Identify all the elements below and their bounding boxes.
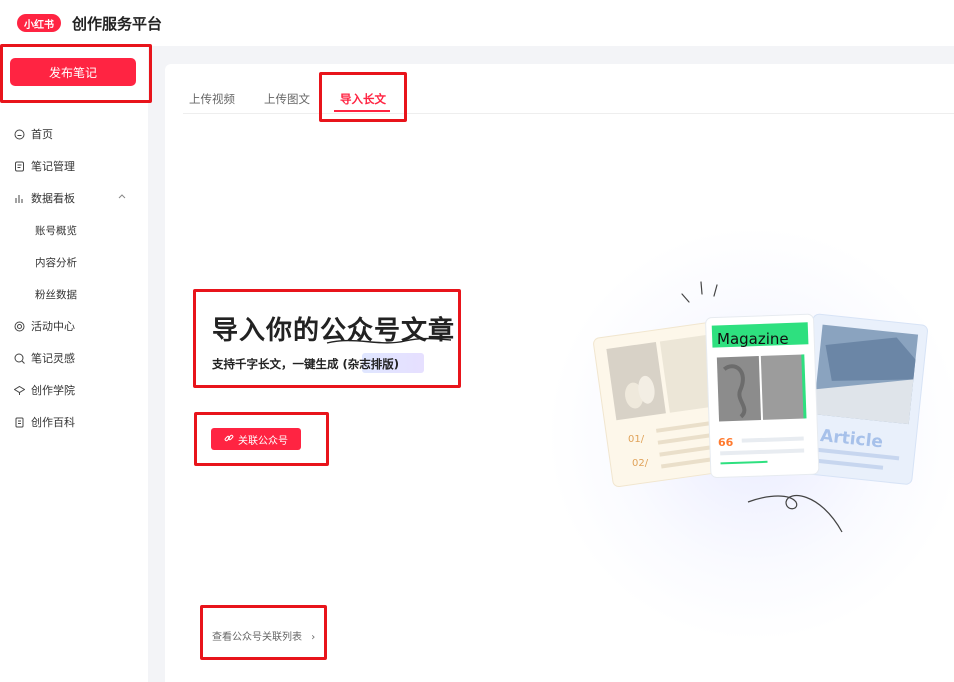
tab-upload-video[interactable]: 上传视频 bbox=[189, 91, 235, 107]
view-linked-list-link[interactable]: 查看公众号关联列表 › bbox=[212, 628, 315, 643]
upload-tabs: 上传视频 上传图文 导入长文 bbox=[183, 64, 954, 114]
card-number-2: 02/ bbox=[632, 458, 649, 469]
view-list-label: 查看公众号关联列表 bbox=[212, 632, 302, 643]
sidebar-item-label: 笔记灵感 bbox=[31, 352, 75, 365]
curve-squiggle bbox=[747, 495, 843, 533]
quote-mark: 66 bbox=[718, 436, 734, 449]
sidebar-item-label: 创作学院 bbox=[31, 384, 75, 397]
sidebar-item-label: 账号概览 bbox=[35, 224, 77, 237]
note-icon bbox=[14, 161, 25, 172]
magazine-illustration: 01/ 02/ Article Magazine 66 bbox=[593, 281, 928, 533]
sidebar-item-label: 创作百科 bbox=[31, 416, 75, 429]
sidebar-item-fan-data[interactable]: 粉丝数据 bbox=[0, 278, 148, 310]
chevron-up-icon[interactable] bbox=[118, 192, 126, 200]
chevron-right-icon: › bbox=[311, 632, 316, 643]
publish-note-button[interactable]: 发布笔记 bbox=[10, 58, 136, 86]
sidebar-item-creator-academy[interactable]: 创作学院 bbox=[0, 374, 148, 406]
active-tab-indicator bbox=[334, 110, 390, 112]
target-icon bbox=[14, 321, 25, 332]
card-number-1: 01/ bbox=[628, 434, 645, 445]
page-subtitle: 支持千字长文，一键生成 (杂志排版) bbox=[212, 353, 424, 373]
sidebar-item-note-manage[interactable]: 笔记管理 bbox=[0, 150, 148, 182]
tab-upload-image-text[interactable]: 上传图文 bbox=[264, 91, 310, 107]
sidebar-item-activity-center[interactable]: 活动中心 bbox=[0, 310, 148, 342]
tab-import-long-article[interactable]: 导入长文 bbox=[340, 91, 386, 107]
sidebar-item-creator-wiki[interactable]: 创作百科 bbox=[0, 406, 148, 438]
link-icon bbox=[224, 433, 234, 446]
link-official-account-button[interactable]: 关联公众号 bbox=[211, 428, 301, 450]
logo[interactable]: 小红书 bbox=[17, 14, 61, 32]
magazine-label: Magazine bbox=[717, 330, 789, 348]
bar-chart-icon bbox=[14, 193, 25, 204]
sparkle-lines bbox=[681, 281, 718, 303]
home-icon bbox=[14, 129, 25, 140]
sidebar-item-data-board[interactable]: 数据看板 bbox=[0, 182, 148, 214]
subtitle-text: 支持千字长文，一键生成 bbox=[212, 357, 339, 371]
link-button-label: 关联公众号 bbox=[238, 435, 288, 447]
sidebar-item-label: 首页 bbox=[31, 128, 53, 141]
sidebar-nav: 首页 笔记管理 数据看板 账号概览 内容分析 粉丝数据 活动中心 笔记灵感 创作… bbox=[0, 118, 148, 438]
sidebar-item-label: 数据看板 bbox=[31, 192, 75, 205]
sidebar: 发布笔记 首页 笔记管理 数据看板 账号概览 内容分析 粉丝数据 活动中心 笔记… bbox=[0, 46, 148, 682]
sidebar-item-label: 笔记管理 bbox=[31, 160, 75, 173]
book-icon bbox=[14, 417, 25, 428]
app-title: 创作服务平台 bbox=[72, 14, 163, 33]
sidebar-item-account-overview[interactable]: 账号概览 bbox=[0, 214, 148, 246]
sidebar-item-label: 粉丝数据 bbox=[35, 288, 77, 301]
subtitle-highlight: (杂志排版) bbox=[342, 357, 400, 371]
bulb-icon bbox=[14, 353, 25, 364]
underline-scribble bbox=[326, 337, 452, 344]
top-bar: 小红书 创作服务平台 bbox=[0, 0, 954, 46]
sidebar-item-label: 活动中心 bbox=[31, 320, 75, 333]
school-icon bbox=[14, 385, 25, 396]
sidebar-item-label: 内容分析 bbox=[35, 256, 77, 269]
sidebar-item-note-inspiration[interactable]: 笔记灵感 bbox=[0, 342, 148, 374]
sidebar-item-content-analysis[interactable]: 内容分析 bbox=[0, 246, 148, 278]
sidebar-item-home[interactable]: 首页 bbox=[0, 118, 148, 150]
